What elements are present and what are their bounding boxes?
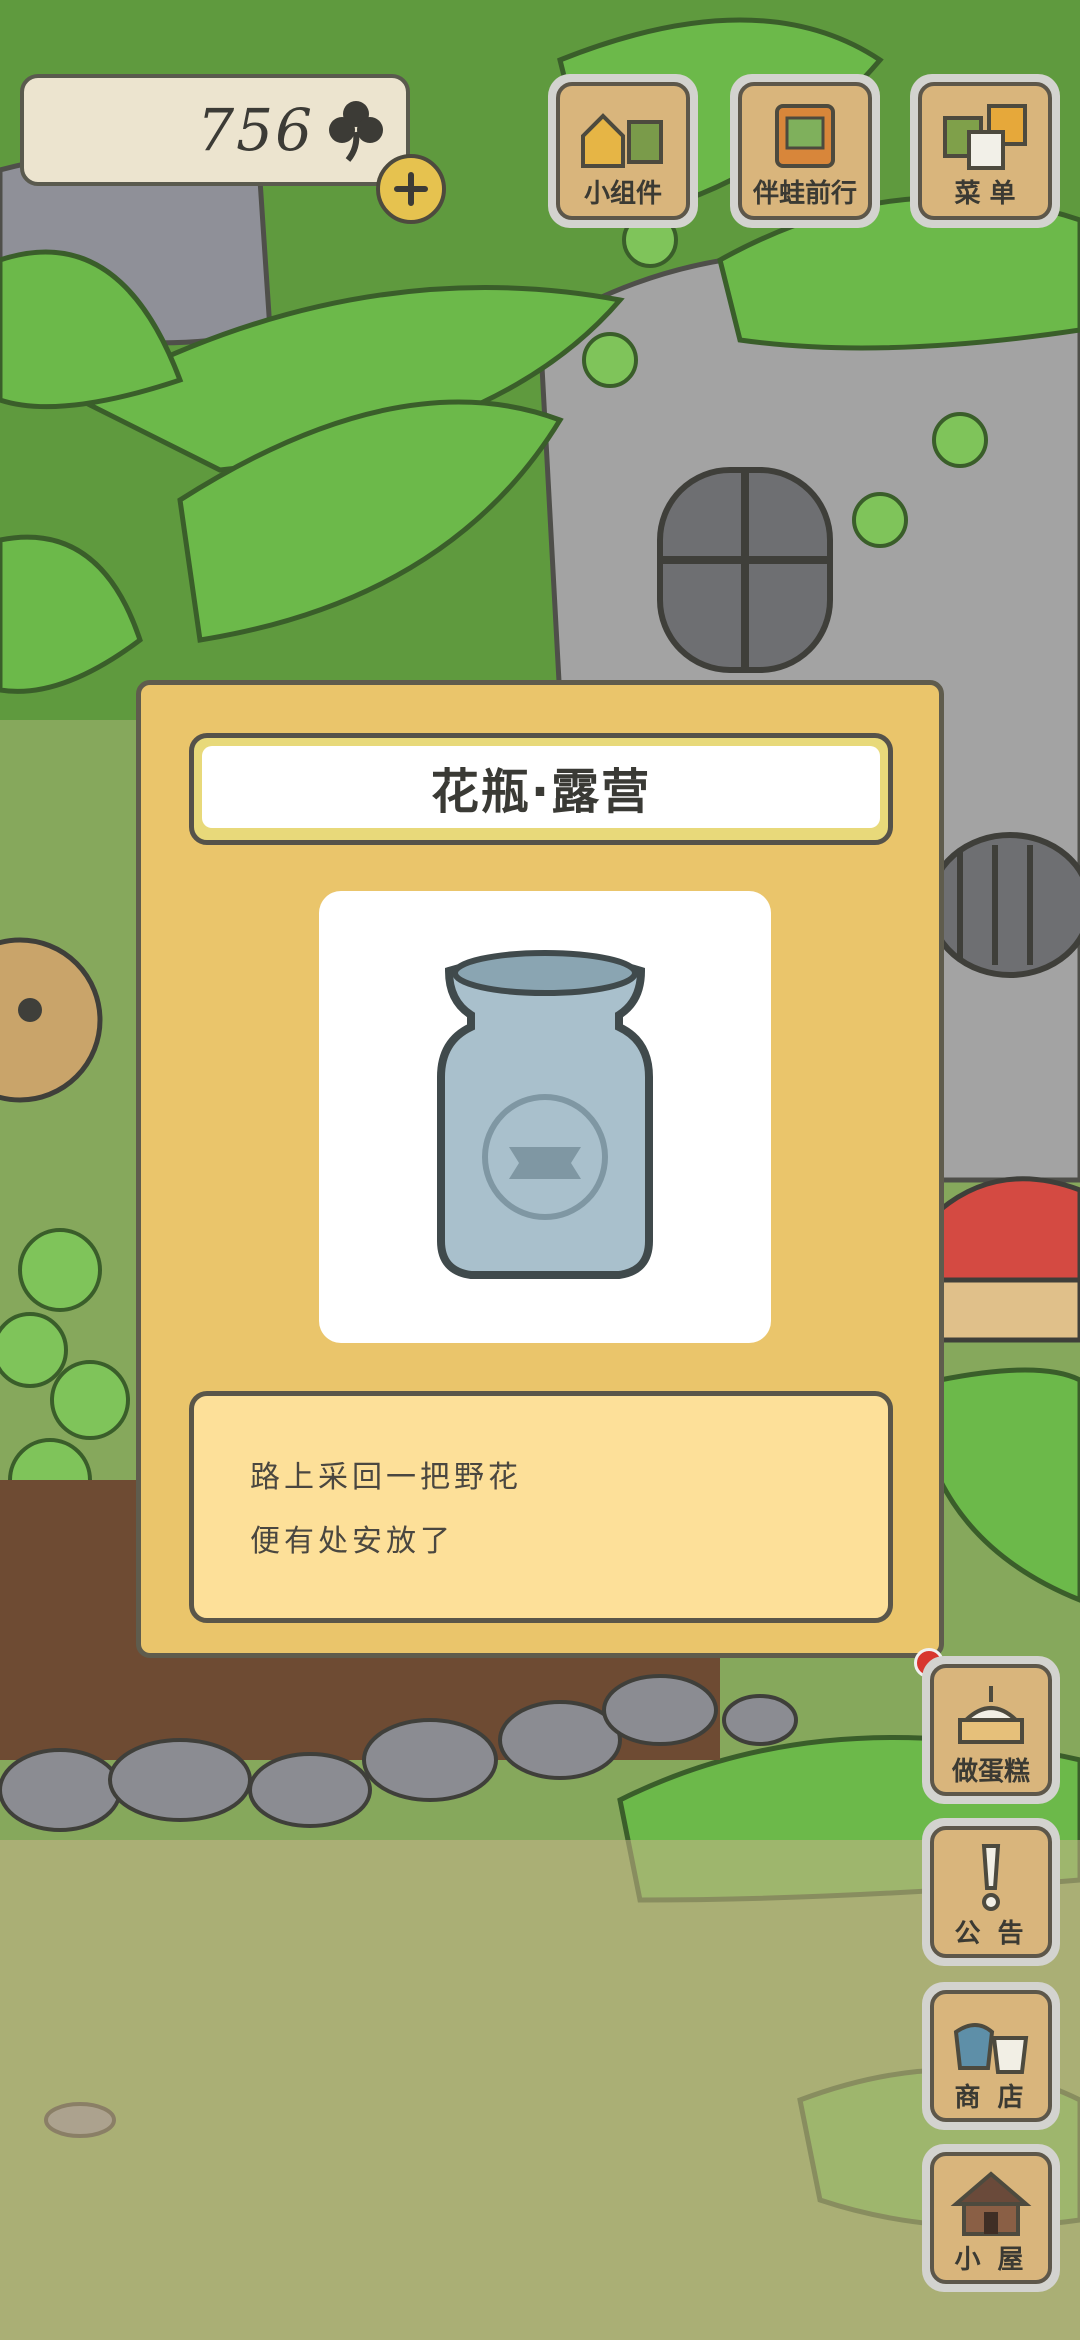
- exclamation-icon: [981, 1844, 1001, 1911]
- travel-album-icon: [775, 104, 835, 168]
- vase-icon: [437, 950, 653, 1279]
- menu-cards-icon: [943, 104, 1027, 170]
- item-title-frame: 花瓶·露营: [189, 733, 893, 845]
- travel-button[interactable]: 伴蛙前行: [730, 74, 880, 228]
- item-description-box: 路上采回一把野花 便有处安放了: [189, 1391, 893, 1623]
- widgets-label: 小组件: [583, 179, 662, 209]
- notice-label: 公 告: [954, 1919, 1028, 1949]
- add-clover-button[interactable]: [376, 154, 446, 224]
- clover-counter: 756: [20, 74, 410, 186]
- shop-bags-icon: [953, 2023, 1029, 2074]
- menu-label: 菜 单: [954, 179, 1016, 209]
- item-detail-dialog[interactable]: 花瓶·露营 路上采回一把野花 便有处安放了: [136, 680, 944, 1658]
- widgets-button[interactable]: 小组件: [548, 74, 698, 228]
- house-icon: [950, 2171, 1032, 2236]
- widgets-icon: [581, 113, 663, 168]
- plus-icon: [394, 172, 428, 206]
- shop-button[interactable]: 商 店: [922, 1982, 1060, 2130]
- travel-label: 伴蛙前行: [752, 179, 857, 209]
- clover-count: 756: [197, 96, 314, 164]
- description-line-2: 便有处安放了: [250, 1524, 454, 1559]
- make-cake-label: 做蛋糕: [951, 1757, 1030, 1787]
- make-cake-button[interactable]: 做蛋糕: [922, 1656, 1060, 1804]
- description-line-1: 路上采回一把野花: [250, 1460, 522, 1495]
- house-button[interactable]: 小 屋: [922, 2144, 1060, 2292]
- shop-label: 商 店: [954, 2083, 1028, 2113]
- house-label: 小 屋: [954, 2245, 1028, 2275]
- item-title: 花瓶·露营: [202, 746, 880, 828]
- menu-button[interactable]: 菜 单: [910, 74, 1060, 228]
- notice-button[interactable]: 公 告: [922, 1818, 1060, 1966]
- item-image-frame: [319, 891, 771, 1343]
- clover-icon: [329, 101, 383, 162]
- cake-icon: [958, 1686, 1024, 1744]
